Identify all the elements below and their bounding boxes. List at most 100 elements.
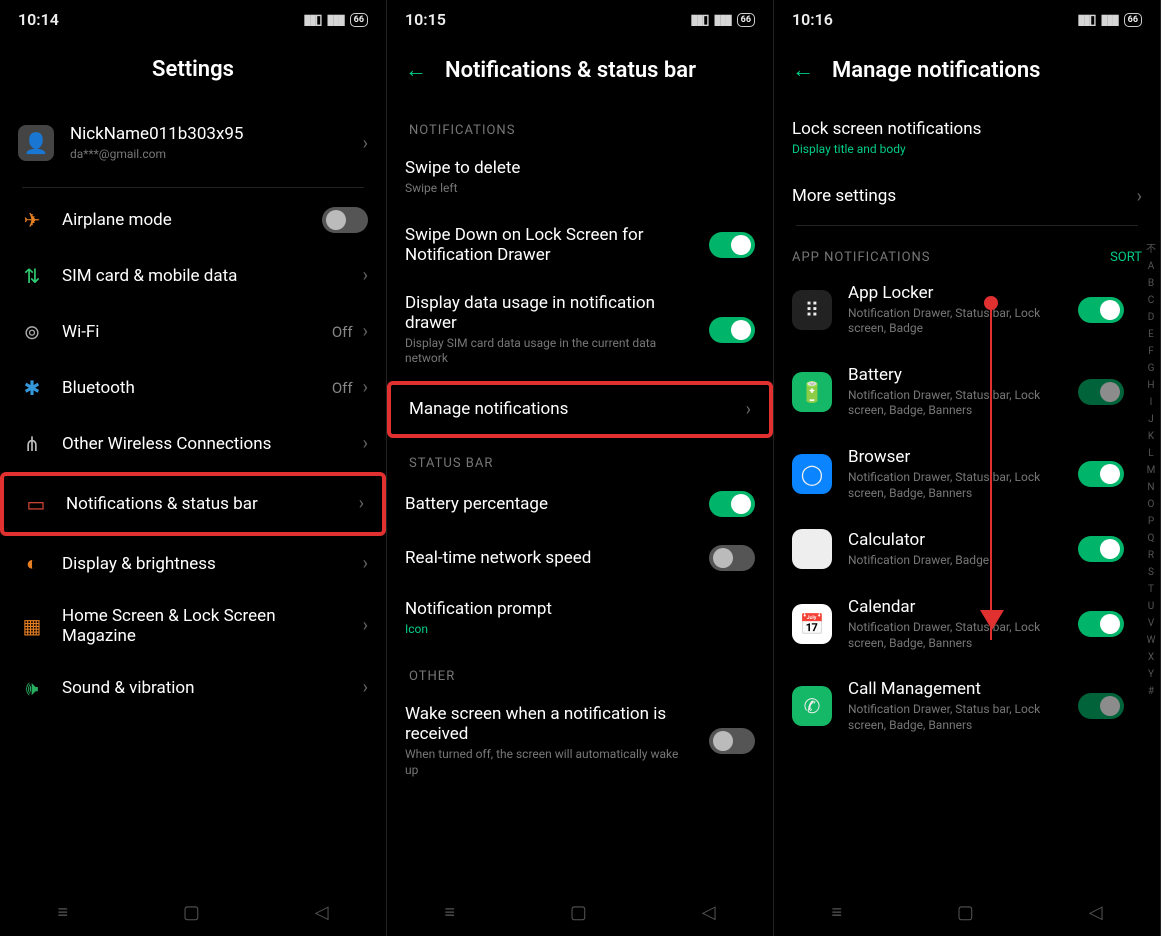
- index-letter[interactable]: K: [1148, 431, 1154, 442]
- settings-item-sound[interactable]: 🕪 Sound & vibration ›: [0, 660, 386, 716]
- home-icon[interactable]: ▢: [183, 902, 200, 923]
- index-letter[interactable]: B: [1148, 278, 1154, 289]
- profile-row[interactable]: 👤 NickName011b303x95 da***@gmail.com ›: [0, 104, 386, 183]
- toggle-switch[interactable]: [1078, 693, 1124, 719]
- battery-icon: 66: [1124, 13, 1142, 27]
- sound-icon: 🕪: [18, 674, 46, 702]
- back-arrow-icon[interactable]: ←: [405, 57, 427, 83]
- recent-icon[interactable]: ≡: [57, 902, 68, 923]
- alpha-index[interactable]: 不ABCDEFGHIJKLMNOPQRSTUVWXY #: [1146, 240, 1156, 876]
- toggle-switch[interactable]: [1078, 297, 1124, 323]
- header: Settings: [0, 29, 386, 104]
- battery-icon: 66: [350, 13, 368, 27]
- app-row-browser[interactable]: ◯ Browser Notification Drawer, Status ba…: [774, 433, 1160, 515]
- back-arrow-icon[interactable]: ←: [792, 57, 814, 83]
- index-letter[interactable]: X: [1148, 652, 1154, 663]
- nav-bar: ≡ ▢ ◁: [774, 888, 1160, 936]
- settings-item-sim[interactable]: ⇅ SIM card & mobile data ›: [0, 248, 386, 304]
- index-letter[interactable]: W: [1147, 635, 1156, 646]
- row-title: Swipe Down on Lock Screen for Notificati…: [405, 225, 693, 265]
- index-letter[interactable]: H: [1147, 380, 1154, 391]
- index-letter[interactable]: O: [1148, 499, 1155, 510]
- index-letter[interactable]: D: [1148, 312, 1155, 323]
- row-batt[interactable]: Battery percentage: [387, 477, 773, 531]
- back-icon[interactable]: ◁: [702, 902, 716, 923]
- toggle-switch[interactable]: [709, 491, 755, 517]
- profile-name: NickName011b303x95: [70, 124, 347, 144]
- index-letter[interactable]: C: [1148, 295, 1155, 306]
- toggle-switch[interactable]: [322, 207, 368, 233]
- settings-item-bt[interactable]: ✱ Bluetooth Off›: [0, 360, 386, 416]
- status-bar: 10:15 ▮▮▯ ▮▮▮ 66: [387, 0, 773, 29]
- app-row-battery[interactable]: 🔋 Battery Notification Drawer, Status ba…: [774, 351, 1160, 433]
- row-wake[interactable]: Wake screen when a notification is recei…: [387, 690, 773, 792]
- display-icon: ◐: [18, 550, 46, 578]
- row-lockswipe[interactable]: Swipe Down on Lock Screen for Notificati…: [387, 211, 773, 279]
- toggle-switch[interactable]: [1078, 611, 1124, 637]
- row-title: Display data usage in notification drawe…: [405, 293, 693, 333]
- settings-item-other[interactable]: ⋔ Other Wireless Connections ›: [0, 416, 386, 472]
- browser-icon: ◯: [792, 454, 832, 494]
- row-datausage[interactable]: Display data usage in notification drawe…: [387, 279, 773, 381]
- app-row-applocker[interactable]: ⠿ App Locker Notification Drawer, Status…: [774, 269, 1160, 351]
- toggle-switch[interactable]: [709, 545, 755, 571]
- back-icon[interactable]: ◁: [315, 902, 329, 923]
- settings-item-display[interactable]: ◐ Display & brightness ›: [0, 536, 386, 592]
- sort-button[interactable]: SORT: [1110, 250, 1142, 265]
- index-letter[interactable]: F: [1148, 346, 1154, 357]
- app-row-calc[interactable]: ∷ Calculator Notification Drawer, Badge: [774, 515, 1160, 583]
- index-letter[interactable]: N: [1147, 482, 1154, 493]
- index-letter[interactable]: A: [1148, 261, 1155, 272]
- index-letter[interactable]: U: [1148, 601, 1154, 612]
- toggle-switch[interactable]: [1078, 536, 1124, 562]
- app-row-call[interactable]: ✆ Call Management Notification Drawer, S…: [774, 665, 1160, 747]
- index-letter[interactable]: I: [1150, 397, 1153, 408]
- battery-icon: 🔋: [792, 372, 832, 412]
- row-speed[interactable]: Real-time network speed: [387, 531, 773, 585]
- header: ← Notifications & status bar: [387, 29, 773, 105]
- row-prompt[interactable]: Notification prompt Icon: [387, 585, 773, 652]
- home-icon[interactable]: ▢: [570, 902, 587, 923]
- index-letter[interactable]: T: [1148, 584, 1154, 595]
- index-letter[interactable]: M: [1147, 465, 1156, 476]
- index-letter[interactable]: R: [1148, 550, 1154, 561]
- recent-icon[interactable]: ≡: [444, 902, 455, 923]
- clock: 10:14: [18, 10, 59, 29]
- lock-screen-row[interactable]: Lock screen notifications Display title …: [774, 105, 1160, 172]
- index-letter[interactable]: Q: [1148, 533, 1155, 544]
- row-swipe[interactable]: Swipe to delete Swipe left: [387, 144, 773, 211]
- index-letter[interactable]: E: [1148, 329, 1154, 340]
- status-bar: 10:16 ▮▮▯ ▮▮▮ 66: [774, 0, 1160, 29]
- header: ← Manage notifications: [774, 29, 1160, 105]
- index-letter[interactable]: J: [1148, 414, 1154, 425]
- app-subtitle: Notification Drawer, Status bar, Lock sc…: [848, 702, 1062, 733]
- row-subtitle: Display title and body: [792, 142, 1142, 158]
- app-row-calendar[interactable]: 📅 Calendar Notification Drawer, Status b…: [774, 583, 1160, 665]
- signal-icon: ▮▮▯: [303, 12, 320, 28]
- index-letter[interactable]: S: [1148, 567, 1154, 578]
- home-icon[interactable]: ▢: [957, 902, 974, 923]
- toggle-switch[interactable]: [1078, 379, 1124, 405]
- back-icon[interactable]: ◁: [1089, 902, 1103, 923]
- toggle-switch[interactable]: [1078, 461, 1124, 487]
- clock: 10:15: [405, 10, 446, 29]
- index-letter[interactable]: 不: [1146, 240, 1156, 255]
- index-letter[interactable]: V: [1148, 618, 1154, 629]
- index-letter[interactable]: #: [1148, 686, 1154, 697]
- toggle-switch[interactable]: [709, 728, 755, 754]
- more-settings-row[interactable]: More settings ›: [774, 172, 1160, 221]
- index-letter[interactable]: G: [1148, 363, 1155, 374]
- toggle-switch[interactable]: [709, 317, 755, 343]
- nav-bar: ≡ ▢ ◁: [387, 888, 773, 936]
- settings-item-notif[interactable]: ▭ Notifications & status bar ›: [0, 472, 386, 536]
- row-manage[interactable]: Manage notifications ›: [387, 381, 773, 438]
- toggle-switch[interactable]: [709, 232, 755, 258]
- index-letter[interactable]: Y: [1148, 669, 1154, 680]
- index-letter[interactable]: L: [1148, 448, 1153, 459]
- settings-item-airplane[interactable]: ✈ Airplane mode: [0, 192, 386, 248]
- settings-item-home[interactable]: ▦ Home Screen & Lock Screen Magazine ›: [0, 592, 386, 660]
- recent-icon[interactable]: ≡: [831, 902, 842, 923]
- index-letter[interactable]: P: [1148, 516, 1154, 527]
- settings-item-wifi[interactable]: ⊚ Wi-Fi Off›: [0, 304, 386, 360]
- profile-email: da***@gmail.com: [70, 147, 347, 163]
